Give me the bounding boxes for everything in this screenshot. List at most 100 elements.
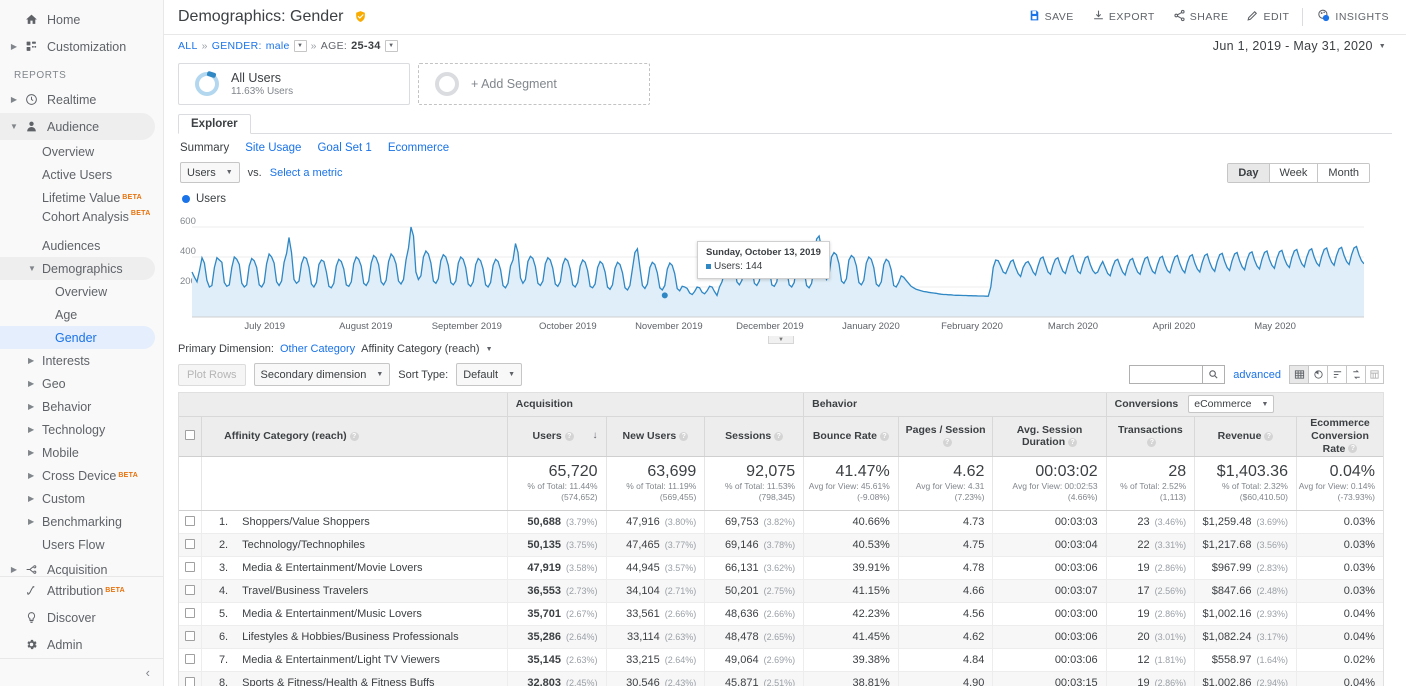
row-checkbox-cell[interactable] <box>179 649 202 672</box>
help-icon[interactable]: ? <box>350 432 359 441</box>
select-all-checkbox[interactable] <box>185 430 195 440</box>
chevron-right-icon[interactable]: ▶ <box>28 402 40 411</box>
sidebar-item-demographics-age[interactable]: Age <box>0 303 163 326</box>
plot-rows-button[interactable]: Plot Rows <box>178 364 246 386</box>
sidebar-item-demographics[interactable]: ▼ Demographics <box>0 257 155 280</box>
chevron-right-icon[interactable]: ▶ <box>28 379 40 388</box>
sidebar-item-customization[interactable]: ▶ Customization <box>0 33 163 60</box>
sidebar-item-admin[interactable]: Admin <box>0 631 164 658</box>
row-checkbox[interactable] <box>185 585 195 595</box>
sidebar-collapse-button[interactable]: ‹ <box>0 658 164 686</box>
row-checkbox-cell[interactable] <box>179 580 202 603</box>
row-checkbox-cell[interactable] <box>179 603 202 626</box>
row-checkbox[interactable] <box>185 654 195 664</box>
sidebar-item-home[interactable]: Home <box>0 6 163 33</box>
primary-dimension-other-category[interactable]: Other Category <box>280 343 355 355</box>
filter-age-dropdown[interactable]: ▼ <box>385 40 398 52</box>
column-header-new-users[interactable]: New Users? <box>606 416 705 456</box>
row-dimension-name[interactable]: Media & Entertainment/Light TV Viewers <box>228 654 440 666</box>
search-input[interactable] <box>1130 366 1202 383</box>
pivot-view-icon[interactable] <box>1365 365 1384 384</box>
comparison-view-icon[interactable] <box>1346 365 1365 384</box>
row-checkbox[interactable] <box>185 631 195 641</box>
column-header-ecommerce-conversion-rate[interactable]: Ecommerce Conversion Rate? <box>1296 416 1383 456</box>
row-checkbox-cell[interactable] <box>179 626 202 649</box>
chart-resize-handle[interactable]: ▼ <box>768 336 794 344</box>
row-checkbox-cell[interactable] <box>179 534 202 557</box>
sidebar-item-cross-device[interactable]: ▶ Cross DeviceBETA <box>0 464 163 487</box>
segment-all-users[interactable]: All Users 11.63% Users <box>178 63 410 105</box>
row-checkbox-cell[interactable] <box>179 511 202 534</box>
secondary-dimension-select[interactable]: Secondary dimension ▼ <box>254 363 391 386</box>
date-range-picker[interactable]: Jun 1, 2019 - May 31, 2020 ▼ <box>1213 39 1386 53</box>
pie-view-icon[interactable] <box>1308 365 1327 384</box>
share-button[interactable]: SHARE <box>1164 2 1238 32</box>
row-dimension-name[interactable]: Lifestyles & Hobbies/Business Profession… <box>228 631 458 643</box>
search-box[interactable] <box>1129 365 1225 384</box>
sort-desc-icon[interactable]: ↓ <box>593 430 598 441</box>
table-row[interactable]: 8.Sports & Fitness/Health & Fitness Buff… <box>179 672 1383 686</box>
row-checkbox-cell[interactable] <box>179 557 202 580</box>
row-checkbox[interactable] <box>185 516 195 526</box>
help-icon[interactable]: ? <box>1068 438 1077 447</box>
column-header-pages-session[interactable]: Pages / Session? <box>898 416 993 456</box>
table-row[interactable]: 1.Shoppers/Value Shoppers50,688(3.79%)47… <box>179 511 1383 534</box>
sidebar-item-realtime[interactable]: ▶ Realtime <box>0 86 163 113</box>
sidebar-item-audiences[interactable]: Audiences <box>0 234 163 257</box>
sidebar-item-attribution[interactable]: AttributionBETA <box>0 577 164 604</box>
row-checkbox[interactable] <box>185 539 195 549</box>
help-icon[interactable]: ? <box>774 432 783 441</box>
chart-svg[interactable]: 200400600 <box>178 207 1364 319</box>
row-dimension-name[interactable]: Travel/Business Travelers <box>228 585 368 597</box>
search-icon[interactable] <box>1202 366 1224 383</box>
filter-all-link[interactable]: ALL <box>178 40 198 52</box>
advanced-link[interactable]: advanced <box>1233 369 1281 381</box>
chevron-right-icon[interactable]: ▶ <box>8 96 20 104</box>
column-header-dimension[interactable]: Affinity Category (reach)? <box>202 416 508 456</box>
table-row[interactable]: 5.Media & Entertainment/Music Lovers35,7… <box>179 603 1383 626</box>
subtab-ecommerce[interactable]: Ecommerce <box>388 142 449 154</box>
sidebar-item-mobile[interactable]: ▶ Mobile <box>0 441 163 464</box>
column-header-bounce-rate[interactable]: Bounce Rate? <box>804 416 899 456</box>
row-dimension-name[interactable]: Shoppers/Value Shoppers <box>228 516 370 528</box>
subtab-site-usage[interactable]: Site Usage <box>245 142 301 154</box>
chevron-right-icon[interactable]: ▶ <box>28 356 40 365</box>
table-row[interactable]: 7.Media & Entertainment/Light TV Viewers… <box>179 649 1383 672</box>
table-row[interactable]: 2.Technology/Technophiles50,135(3.75%)47… <box>179 534 1383 557</box>
sidebar-item-behavior[interactable]: ▶ Behavior <box>0 395 163 418</box>
table-row[interactable]: 4.Travel/Business Travelers36,553(2.73%)… <box>179 580 1383 603</box>
row-dimension-name[interactable]: Media & Entertainment/Movie Lovers <box>228 562 422 574</box>
chevron-down-icon[interactable]: ▼ <box>28 264 40 273</box>
help-icon[interactable]: ? <box>1264 432 1273 441</box>
chevron-right-icon[interactable]: ▶ <box>28 494 40 503</box>
column-header-transactions[interactable]: Transactions? <box>1106 416 1194 456</box>
subtab-summary[interactable]: Summary <box>180 142 229 154</box>
row-checkbox-cell[interactable] <box>179 672 202 686</box>
column-header-revenue[interactable]: Revenue? <box>1195 416 1297 456</box>
row-dimension-name[interactable]: Sports & Fitness/Health & Fitness Buffs <box>228 677 434 686</box>
chevron-right-icon[interactable]: ▶ <box>8 566 20 574</box>
granularity-week[interactable]: Week <box>1270 164 1319 182</box>
sidebar-item-cohort-analysis[interactable]: Cohort AnalysisBETA <box>0 209 163 234</box>
sidebar-item-technology[interactable]: ▶ Technology <box>0 418 163 441</box>
table-view-icon[interactable] <box>1289 365 1308 384</box>
insights-button[interactable]: INSIGHTS <box>1307 2 1398 32</box>
edit-button[interactable]: EDIT <box>1237 2 1298 32</box>
sidebar-item-discover[interactable]: Discover <box>0 604 164 631</box>
row-checkbox[interactable] <box>185 608 195 618</box>
sidebar-item-demographics-gender[interactable]: Gender <box>0 326 155 349</box>
granularity-month[interactable]: Month <box>1318 164 1369 182</box>
sidebar-item-geo[interactable]: ▶ Geo <box>0 372 163 395</box>
sort-type-select[interactable]: Default ▼ <box>456 363 522 386</box>
help-icon[interactable]: ? <box>1147 438 1156 447</box>
sidebar-item-overview[interactable]: Overview <box>0 140 163 163</box>
sidebar-item-benchmarking[interactable]: ▶ Benchmarking <box>0 510 163 533</box>
sidebar-item-demographics-overview[interactable]: Overview <box>0 280 163 303</box>
sidebar-item-active-users[interactable]: Active Users <box>0 163 163 186</box>
row-checkbox[interactable] <box>185 677 195 686</box>
chevron-down-icon[interactable]: ▼ <box>8 123 20 131</box>
chevron-right-icon[interactable]: ▶ <box>8 43 20 51</box>
chevron-down-icon[interactable]: ▼ <box>486 346 493 353</box>
sidebar-item-custom[interactable]: ▶ Custom <box>0 487 163 510</box>
add-segment-button[interactable]: + Add Segment <box>418 63 650 105</box>
